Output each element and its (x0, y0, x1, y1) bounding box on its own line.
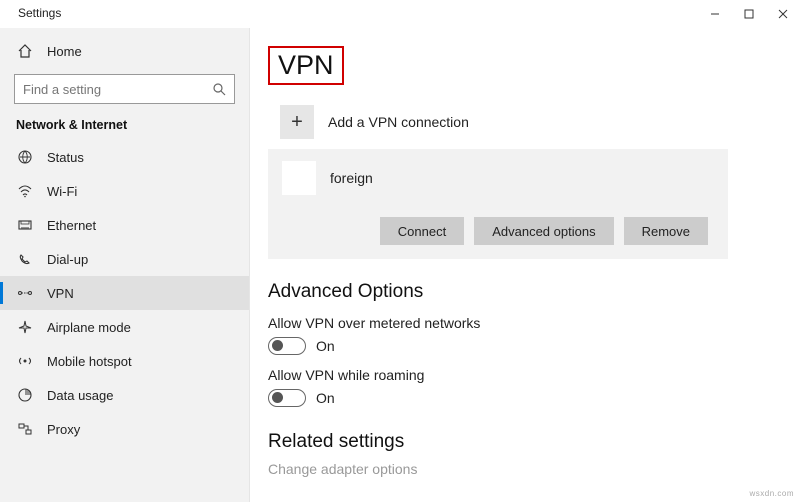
sidebar-item-label: VPN (47, 286, 74, 301)
search-box[interactable] (14, 74, 235, 104)
minimize-button[interactable] (698, 2, 732, 26)
add-icon[interactable]: + (280, 105, 314, 139)
toggle-roaming-state: On (316, 390, 335, 406)
nav-home[interactable]: Home (0, 34, 249, 68)
sidebar-item-label: Data usage (47, 388, 114, 403)
page-title: VPN (268, 46, 344, 85)
sidebar-item-wifi[interactable]: Wi-Fi (0, 174, 249, 208)
sidebar-item-airplane[interactable]: Airplane mode (0, 310, 249, 344)
titlebar (0, 0, 800, 28)
add-vpn-label: Add a VPN connection (328, 114, 469, 130)
advanced-options-heading: Advanced Options (268, 281, 782, 303)
sidebar-item-label: Proxy (47, 422, 80, 437)
sidebar-item-dialup[interactable]: Dial-up (0, 242, 249, 276)
home-icon (16, 43, 33, 60)
watermark: wsxdn.com (749, 489, 794, 498)
data-usage-icon (16, 387, 33, 404)
sidebar-item-proxy[interactable]: Proxy (0, 412, 249, 446)
related-settings-heading: Related settings (268, 431, 782, 453)
search-input[interactable] (23, 82, 203, 97)
vpn-connection-icon (282, 161, 316, 195)
toggle-metered[interactable] (268, 337, 306, 355)
main-content: VPN + Add a VPN connection foreign Conne… (250, 28, 800, 502)
vpn-icon (16, 285, 33, 302)
sidebar-item-label: Dial-up (47, 252, 88, 267)
advanced-options-button[interactable]: Advanced options (474, 217, 613, 245)
wifi-icon (16, 183, 33, 200)
sidebar-item-hotspot[interactable]: Mobile hotspot (0, 344, 249, 378)
ethernet-icon (16, 217, 33, 234)
sidebar-item-vpn[interactable]: VPN (0, 276, 249, 310)
sidebar: Home Network & Internet Status Wi-Fi Eth… (0, 28, 250, 502)
nav-home-label: Home (47, 44, 82, 59)
sidebar-item-datausage[interactable]: Data usage (0, 378, 249, 412)
airplane-icon (16, 319, 33, 336)
proxy-icon (16, 421, 33, 438)
toggle-roaming[interactable] (268, 389, 306, 407)
window-title: Settings (18, 6, 61, 20)
status-icon (16, 149, 33, 166)
active-marker (0, 282, 3, 304)
vpn-connection-card[interactable]: foreign Connect Advanced options Remove (268, 149, 728, 259)
add-vpn-row[interactable]: + Add a VPN connection (280, 105, 782, 139)
sidebar-item-label: Ethernet (47, 218, 96, 233)
close-button[interactable] (766, 2, 800, 26)
dialup-icon (16, 251, 33, 268)
maximize-button[interactable] (732, 2, 766, 26)
sidebar-section-label: Network & Internet (0, 108, 249, 140)
opt-roaming-label: Allow VPN while roaming (268, 367, 782, 383)
opt-metered-label: Allow VPN over metered networks (268, 315, 782, 331)
remove-button[interactable]: Remove (624, 217, 708, 245)
connect-button[interactable]: Connect (380, 217, 464, 245)
sidebar-item-label: Status (47, 150, 84, 165)
search-icon (212, 82, 226, 96)
change-adapter-link[interactable]: Change adapter options (268, 461, 782, 477)
sidebar-item-ethernet[interactable]: Ethernet (0, 208, 249, 242)
sidebar-item-label: Airplane mode (47, 320, 131, 335)
sidebar-item-label: Wi-Fi (47, 184, 77, 199)
sidebar-item-label: Mobile hotspot (47, 354, 132, 369)
vpn-connection-name: foreign (330, 170, 373, 186)
hotspot-icon (16, 353, 33, 370)
sidebar-item-status[interactable]: Status (0, 140, 249, 174)
toggle-metered-state: On (316, 338, 335, 354)
